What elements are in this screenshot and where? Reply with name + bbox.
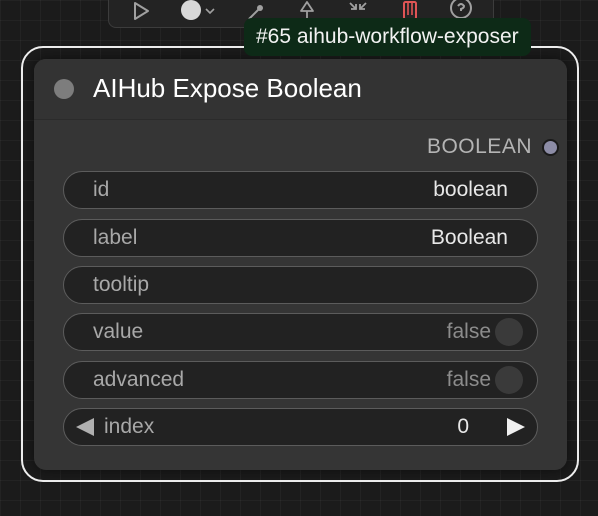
widget-label: tooltip: [93, 273, 150, 296]
widget-label: value: [93, 320, 144, 343]
widget-value: boolean: [433, 178, 508, 201]
toggle-knob[interactable]: [495, 318, 523, 346]
decrement-arrow-icon[interactable]: [76, 418, 94, 436]
widget-label: label: [93, 226, 138, 249]
collapse-toggle[interactable]: [54, 79, 74, 99]
graph-canvas[interactable]: #65 aihub-workflow-exposer AIHub Expose …: [0, 0, 598, 516]
widget-advanced-toggle[interactable]: advanced false: [63, 361, 538, 399]
run-button[interactable]: [125, 0, 157, 27]
output-slot[interactable]: [542, 138, 559, 156]
node-title: AIHub Expose Boolean: [93, 73, 362, 103]
chevron-down-icon: [204, 5, 216, 17]
widget-value: 0: [457, 415, 469, 438]
increment-arrow-icon[interactable]: [507, 418, 525, 436]
widget-label: index: [104, 415, 155, 438]
output-boolean: BOOLEAN: [427, 135, 559, 159]
toggle-knob[interactable]: [495, 366, 523, 394]
color-circle-icon: [180, 0, 204, 23]
widget-label: advanced: [93, 368, 185, 391]
output-label: BOOLEAN: [426, 135, 532, 158]
widget-id[interactable]: id boolean: [63, 171, 538, 209]
play-icon: [130, 0, 152, 22]
color-picker-button[interactable]: [176, 0, 220, 27]
widget-index-stepper[interactable]: index 0: [63, 408, 538, 446]
node-header[interactable]: AIHub Expose Boolean: [34, 59, 567, 120]
widget-value-toggle[interactable]: value false: [63, 313, 538, 351]
node-id-badge: #65 aihub-workflow-exposer: [244, 18, 531, 56]
aihub-expose-boolean-node[interactable]: AIHub Expose Boolean BOOLEAN id boolean …: [34, 59, 567, 470]
widget-tooltip[interactable]: tooltip: [63, 266, 538, 304]
widget-value: false: [446, 320, 491, 343]
widget-label-field[interactable]: label Boolean: [63, 219, 538, 257]
widget-label: id: [93, 178, 110, 201]
widget-value: false: [446, 368, 491, 391]
widget-value: Boolean: [430, 226, 508, 249]
